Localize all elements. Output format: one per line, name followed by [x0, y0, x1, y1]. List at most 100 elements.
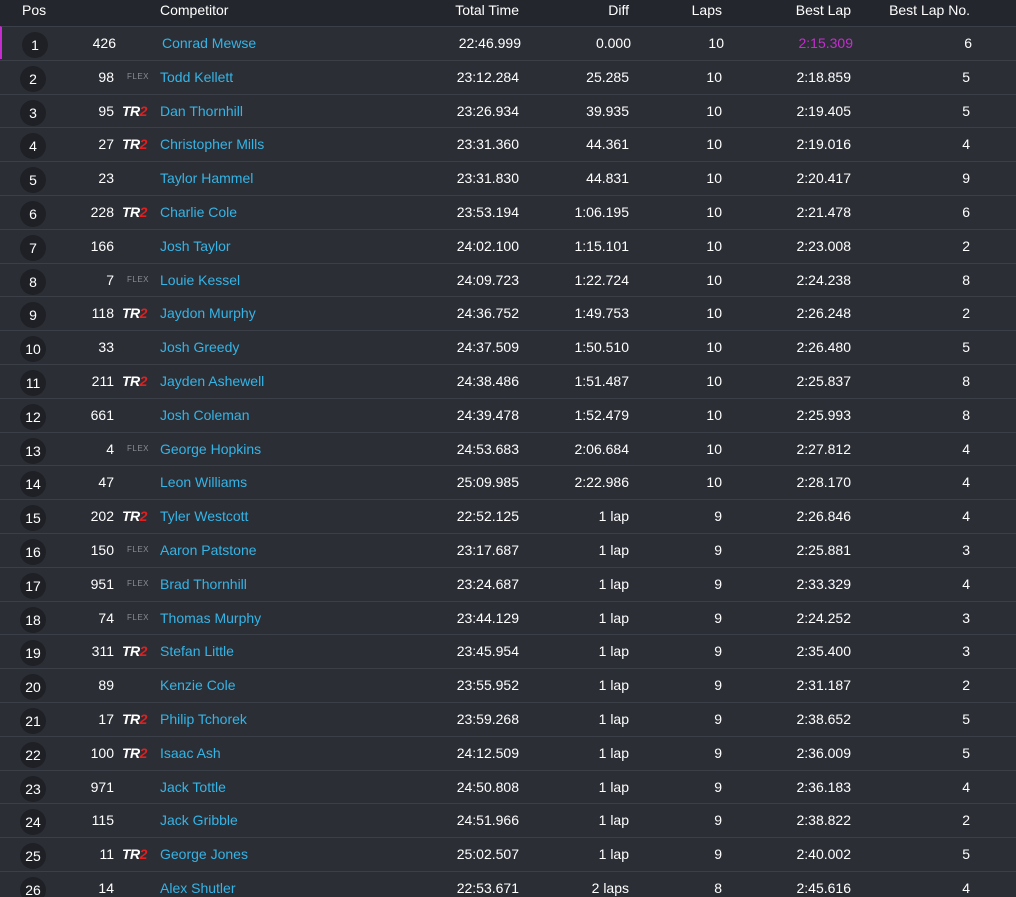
competitor-link[interactable]: Jack Tottle: [160, 779, 226, 795]
time-diff: 1 lap: [598, 609, 629, 626]
time-diff: 1 lap: [598, 643, 629, 660]
position-badge: 4: [20, 133, 46, 160]
competitor-link[interactable]: Josh Taylor: [160, 238, 231, 254]
laps-count: 10: [706, 474, 722, 491]
best-lap-time: 2:28.170: [796, 474, 852, 491]
race-number: 311: [91, 643, 114, 660]
competitor-link[interactable]: Todd Kellett: [160, 69, 233, 85]
competitor-link[interactable]: Philip Tchorek: [160, 711, 247, 727]
race-number: 74: [98, 609, 114, 626]
class-badge: FLEX: [122, 534, 154, 567]
best-lap-number: 4: [962, 508, 970, 525]
total-time: 23:59.268: [456, 711, 519, 727]
tr2-logo: TR2: [122, 102, 147, 119]
competitor-link[interactable]: Isaac Ash: [160, 745, 221, 761]
competitor-link[interactable]: Josh Coleman: [160, 407, 250, 423]
best-lap-number: 5: [962, 68, 970, 85]
header-diff[interactable]: Diff: [530, 2, 629, 18]
time-diff: 1:15.101: [574, 237, 630, 254]
competitor-link[interactable]: George Hopkins: [160, 441, 261, 457]
competitor-link[interactable]: Conrad Mewse: [162, 35, 256, 51]
position-badge: 3: [20, 99, 46, 126]
total-time: 25:09.985: [456, 474, 519, 491]
competitor-link[interactable]: Alex Shutler: [160, 880, 235, 896]
class-badge: [122, 466, 154, 499]
race-number: 211: [91, 373, 114, 389]
competitor-link[interactable]: Josh Greedy: [160, 339, 239, 355]
competitor-link[interactable]: George Jones: [160, 846, 248, 862]
race-number: 95: [98, 102, 114, 119]
best-lap-time: 2:26.846: [796, 508, 852, 525]
competitor-link[interactable]: Charlie Cole: [160, 204, 237, 220]
best-lap-number: 6: [962, 204, 970, 220]
table-row: 8 7 FLEX Louie Kessel 24:09.723 1:22.724 10 2:2…: [0, 262, 1016, 296]
best-lap-number: 5: [962, 711, 970, 727]
time-diff: 1 lap: [598, 711, 629, 727]
tr2-logo: TR2: [122, 373, 147, 389]
competitor-link[interactable]: Stefan Little: [160, 643, 234, 659]
competitor-link[interactable]: Leon Williams: [160, 474, 247, 490]
competitor-link[interactable]: Kenzie Cole: [160, 677, 236, 693]
competitor-link[interactable]: Thomas Murphy: [160, 610, 261, 626]
race-number: 47: [98, 474, 114, 491]
position-badge: 14: [20, 471, 46, 498]
class-badge: TR2: [122, 196, 154, 229]
position-badge: 23: [20, 775, 46, 802]
competitor-link[interactable]: Jack Gribble: [160, 812, 238, 828]
time-diff: 1 lap: [598, 575, 629, 592]
class-badge: [122, 399, 154, 432]
table-row: 25 11 TR2 George Jones 25:02.507 1 lap 9 2:40.0…: [0, 837, 1016, 870]
time-diff: 1:49.753: [574, 305, 630, 322]
header-total-time[interactable]: Total Time: [420, 2, 519, 18]
tr2-logo: TR2: [122, 204, 147, 220]
competitor-link[interactable]: Dan Thornhill: [160, 103, 243, 119]
time-diff: 1 lap: [598, 508, 629, 525]
race-number: 115: [91, 812, 114, 829]
header-best-lap[interactable]: Best Lap: [760, 2, 851, 18]
competitor-link[interactable]: Jayden Ashewell: [160, 373, 264, 389]
best-lap-time: 2:19.016: [796, 136, 852, 153]
laps-count: 9: [714, 508, 722, 525]
competitor-link[interactable]: Christopher Mills: [160, 136, 264, 152]
race-number: 98: [98, 68, 114, 85]
total-time: 24:38.486: [456, 373, 519, 389]
competitor-link[interactable]: Brad Thornhill: [160, 576, 247, 592]
laps-count: 9: [714, 542, 722, 558]
laps-count: 9: [714, 643, 722, 660]
class-badge: [124, 27, 156, 60]
table-row: 6 228 TR2 Charlie Cole 23:53.194 1:06.195 10 2:…: [0, 195, 1016, 228]
competitor-link[interactable]: Aaron Patstone: [160, 542, 257, 558]
header-pos[interactable]: Pos: [22, 2, 46, 18]
best-lap-number: 5: [962, 339, 970, 356]
competitor-link[interactable]: Jaydon Murphy: [160, 305, 256, 321]
laps-count: 10: [706, 305, 722, 322]
time-diff: 1 lap: [598, 542, 629, 558]
header-laps[interactable]: Laps: [680, 2, 722, 18]
competitor-link[interactable]: Tyler Westcott: [160, 508, 248, 524]
race-number: 150: [90, 542, 114, 558]
competitor-link[interactable]: Louie Kessel: [160, 272, 240, 288]
best-lap-time: 2:24.238: [796, 271, 852, 288]
flex-logo: FLEX: [127, 612, 150, 622]
table-row: 12 661 Josh Coleman 24:39.478 1:52.479 10 2:25…: [0, 397, 1016, 432]
race-number: 14: [98, 880, 114, 896]
race-number: 166: [90, 237, 114, 254]
time-diff: 25.285: [586, 68, 629, 85]
race-number: 27: [98, 136, 114, 153]
best-lap-time: 2:24.252: [796, 609, 852, 626]
class-badge: [122, 804, 154, 837]
best-lap-number: 4: [962, 474, 970, 491]
table-row: 15 202 TR2 Tyler Westcott 22:52.125 1 lap 9 2:2…: [0, 499, 1016, 532]
table-row: 2 98 FLEX Todd Kellett 23:12.284 25.285 10 2:18…: [0, 59, 1016, 93]
total-time: 24:53.683: [456, 440, 519, 457]
best-lap-number: 2: [962, 677, 970, 694]
total-time: 24:50.808: [456, 778, 519, 795]
competitor-link[interactable]: Taylor Hammel: [160, 170, 253, 186]
header-best-lap-no[interactable]: Best Lap No.: [880, 2, 970, 18]
best-lap-time: 2:27.812: [796, 440, 852, 457]
class-badge: [122, 872, 154, 897]
table-row: 17 951 FLEX Brad Thornhill 23:24.687 1 lap 9 2:…: [0, 566, 1016, 600]
laps-count: 10: [708, 35, 724, 51]
best-lap-time: 2:26.248: [796, 305, 852, 322]
header-competitor[interactable]: Competitor: [160, 2, 228, 18]
